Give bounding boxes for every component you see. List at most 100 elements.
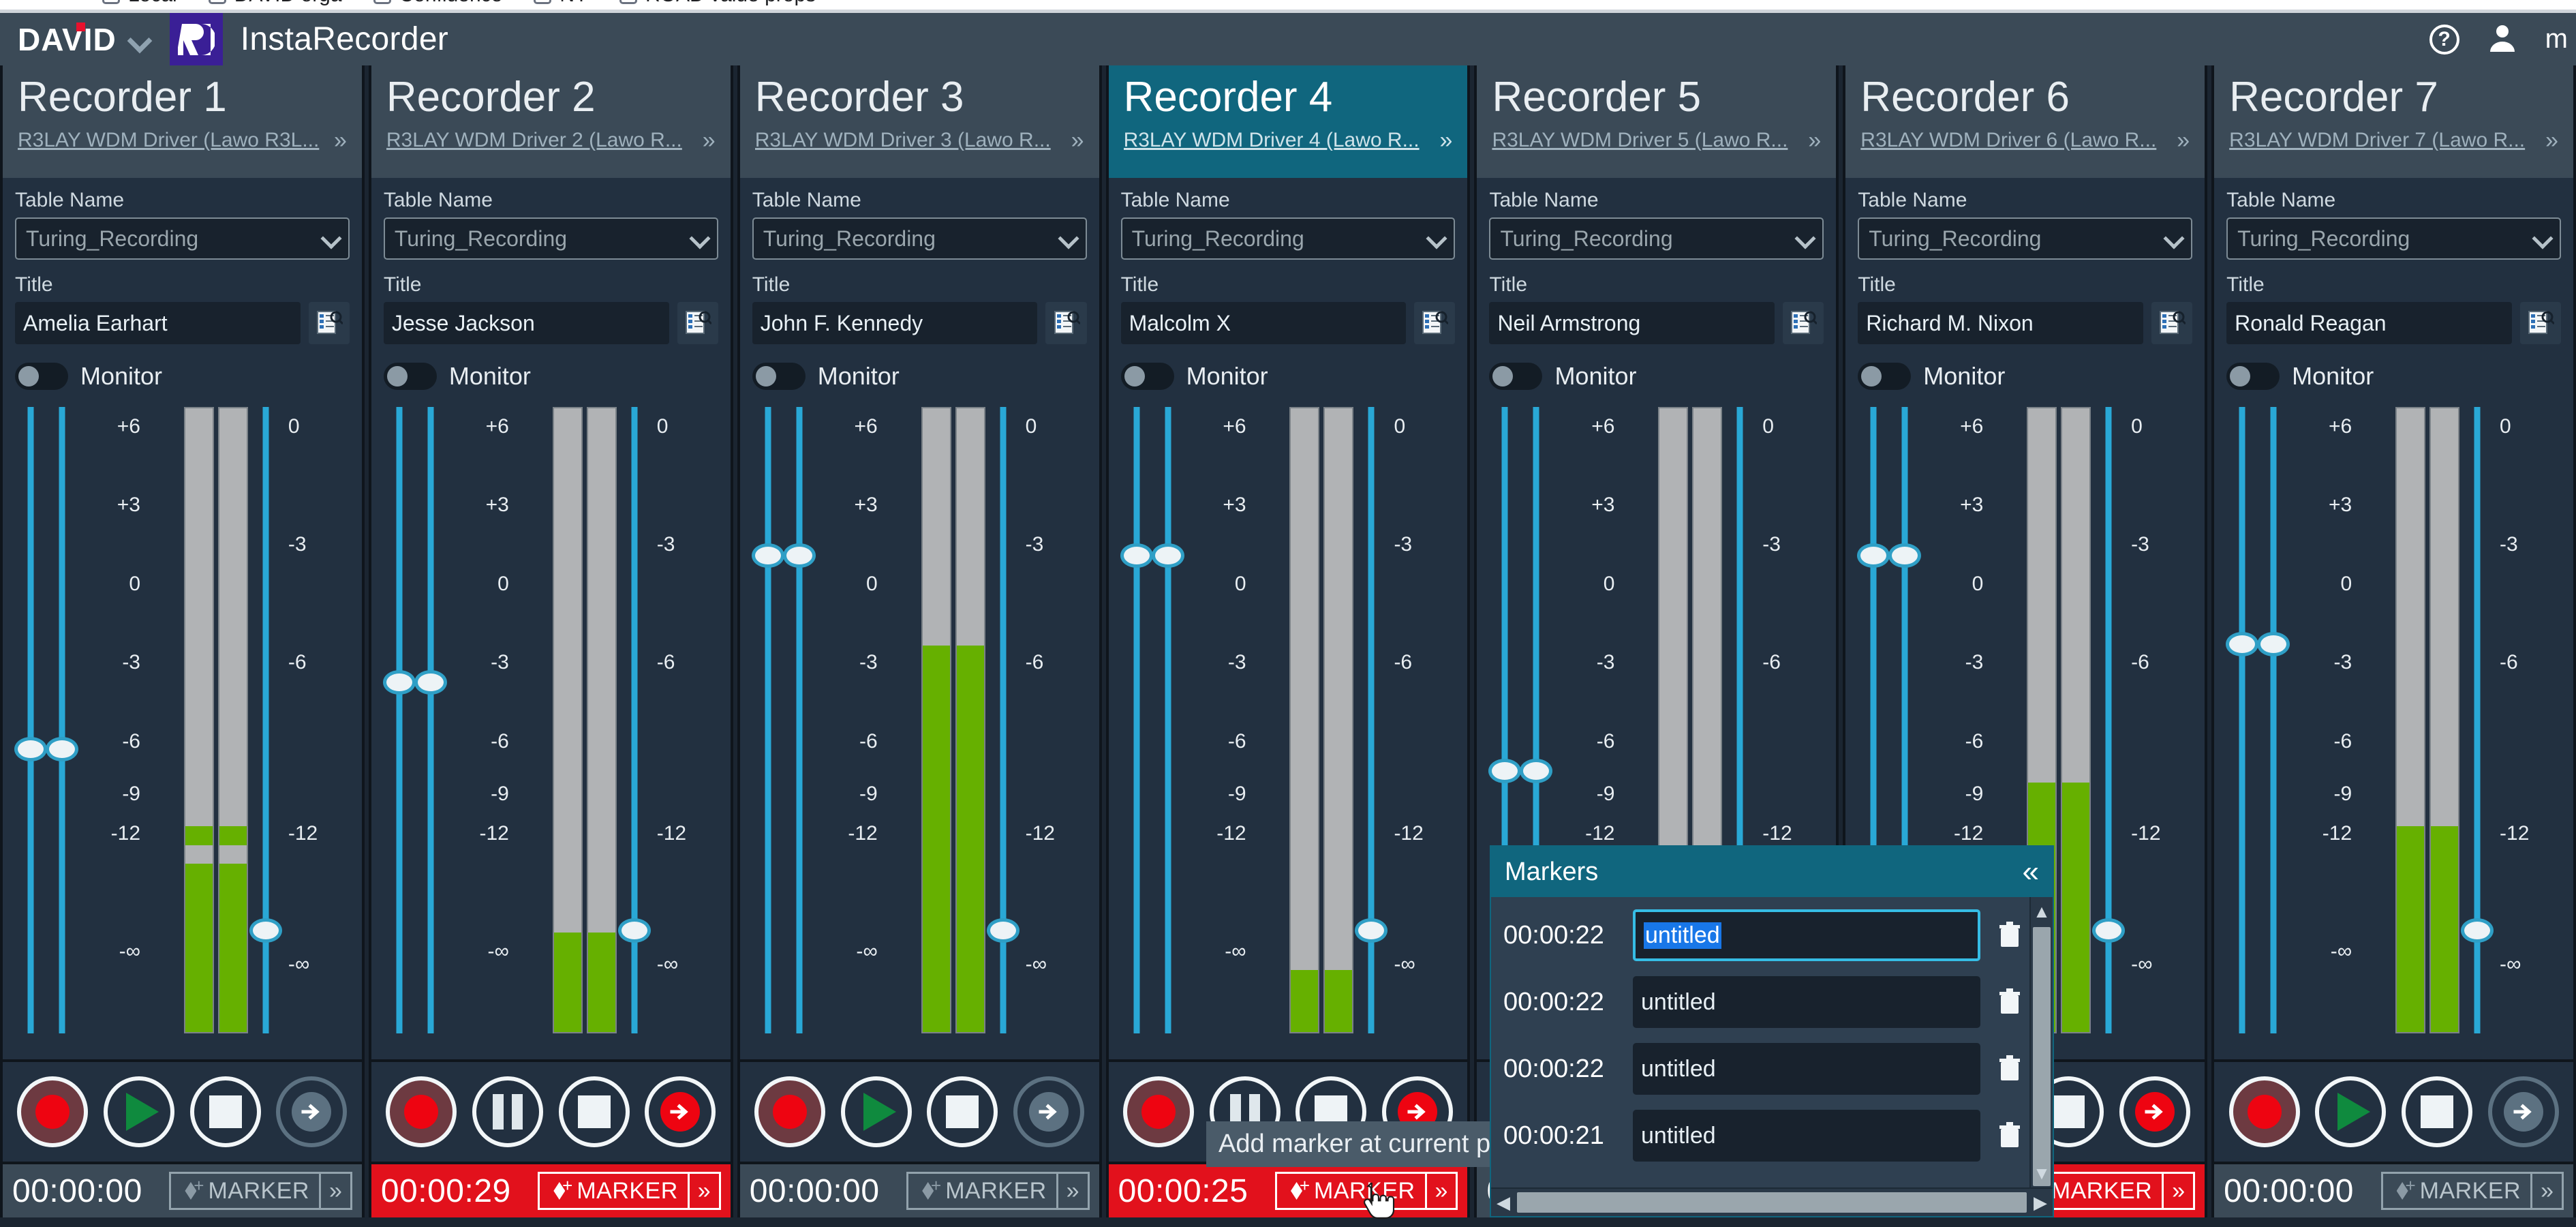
marker-more-icon[interactable]: » <box>2162 1174 2193 1208</box>
stop-button[interactable] <box>189 1076 261 1147</box>
table-name-select-wrap[interactable]: Turing_Recording <box>1120 217 1456 260</box>
title-input[interactable] <box>752 302 1038 344</box>
marker-more-icon[interactable]: » <box>687 1174 719 1208</box>
markers-vertical-scrollbar[interactable]: ▲ ▼ <box>2029 897 2053 1187</box>
fader-ch1[interactable] <box>1120 400 1153 1057</box>
add-marker-main[interactable]: +MARKER <box>908 1174 1056 1208</box>
fader-ch2[interactable] <box>1151 400 1184 1057</box>
table-name-select[interactable]: Turing_Recording <box>15 217 350 260</box>
driver-row[interactable]: R3LAY WDM Driver 6 (Lawo R... » <box>1860 129 2190 152</box>
fader-knob[interactable] <box>782 543 816 569</box>
scroll-left-icon[interactable]: ◀ <box>1491 1192 1516 1213</box>
driver-link[interactable]: R3LAY WDM Driver 5 (Lawo R... <box>1492 129 1798 152</box>
driver-link[interactable]: R3LAY WDM Driver 4 (Lawo R... <box>1124 129 1430 152</box>
bookmark-item[interactable]: NY <box>534 0 588 7</box>
fader-ch2[interactable] <box>2257 400 2290 1057</box>
fader-knob[interactable] <box>1857 543 1890 569</box>
add-marker-main[interactable]: +MARKER <box>1277 1174 1424 1208</box>
trigger-fader[interactable] <box>2092 400 2126 1057</box>
monitor-toggle[interactable] <box>15 363 68 390</box>
marker-more-icon[interactable]: » <box>1056 1174 1088 1208</box>
title-input[interactable] <box>15 302 301 344</box>
chevron-double-right-icon[interactable]: » <box>1440 129 1453 152</box>
fader-knob[interactable] <box>14 736 47 761</box>
fader-track[interactable] <box>1133 407 1140 1033</box>
add-marker-main[interactable]: +MARKER <box>171 1174 318 1208</box>
fader-knob[interactable] <box>986 918 1019 943</box>
record-button[interactable] <box>386 1076 457 1147</box>
driver-row[interactable]: R3LAY WDM Driver 2 (Lawo R... » <box>386 129 716 152</box>
fader-knob[interactable] <box>1355 918 1388 943</box>
collapse-icon[interactable]: « <box>2023 857 2039 887</box>
fader-ch1[interactable] <box>751 400 784 1057</box>
trigger-fader[interactable] <box>986 400 1019 1057</box>
driver-link[interactable]: R3LAY WDM Driver 6 (Lawo R... <box>1860 129 2167 152</box>
chevron-double-right-icon[interactable]: » <box>334 129 347 152</box>
fader-track[interactable] <box>2239 407 2245 1033</box>
driver-row[interactable]: R3LAY WDM Driver (Lawo R3L... » <box>18 129 347 152</box>
driver-link[interactable]: R3LAY WDM Driver 3 (Lawo R... <box>755 129 1062 152</box>
user-name-label[interactable]: m <box>2545 24 2568 55</box>
title-lookup-button[interactable] <box>2519 302 2562 344</box>
bookmark-item[interactable]: Local <box>102 0 177 7</box>
monitor-toggle[interactable] <box>752 363 806 390</box>
table-name-select-wrap[interactable]: Turing_Recording <box>1489 217 1824 260</box>
monitor-row[interactable]: Monitor <box>1489 362 1824 391</box>
monitor-row[interactable]: Monitor <box>15 362 350 391</box>
bookmark-item[interactable]: Confluence <box>373 0 502 7</box>
fader-ch1[interactable] <box>382 400 416 1057</box>
monitor-toggle[interactable] <box>1489 363 1543 390</box>
marker-row[interactable]: 00:00:22 untitled <box>1503 976 2025 1028</box>
monitor-row[interactable]: Monitor <box>2226 362 2561 391</box>
fader-track[interactable] <box>2270 407 2277 1033</box>
title-lookup-button[interactable] <box>2151 302 2193 344</box>
fader-track[interactable] <box>396 407 403 1033</box>
fader-track[interactable] <box>59 407 65 1033</box>
stop-button[interactable] <box>2401 1076 2472 1147</box>
marker-name-input[interactable]: untitled <box>1633 1043 1980 1095</box>
delete-marker-icon[interactable] <box>1994 922 2025 949</box>
table-name-select-wrap[interactable]: Turing_Recording <box>1858 217 2193 260</box>
fader-knob[interactable] <box>2461 918 2494 943</box>
user-avatar-icon[interactable] <box>2487 22 2518 57</box>
title-input[interactable] <box>1120 302 1407 344</box>
fader-track[interactable] <box>796 407 803 1033</box>
chevron-double-right-icon[interactable]: » <box>1808 129 1821 152</box>
fader-track[interactable] <box>427 407 434 1033</box>
fader-ch2[interactable] <box>414 400 447 1057</box>
delete-marker-icon[interactable] <box>1994 1055 2025 1082</box>
table-name-select-wrap[interactable]: Turing_Recording <box>752 217 1087 260</box>
scroll-up-icon[interactable]: ▲ <box>2031 897 2053 926</box>
add-marker-button[interactable]: +MARKER» <box>169 1172 352 1210</box>
next-button[interactable] <box>2487 1076 2559 1147</box>
scrollbar-thumb[interactable] <box>2033 927 2051 1186</box>
fader-knob[interactable] <box>382 670 416 695</box>
recorder-header[interactable]: Recorder 1 R3LAY WDM Driver (Lawo R3L... » <box>3 65 362 178</box>
title-lookup-button[interactable] <box>1783 302 1824 344</box>
recorder-header[interactable]: Recorder 6 R3LAY WDM Driver 6 (Lawo R... » <box>1845 65 2205 178</box>
chevron-double-right-icon[interactable]: » <box>703 129 716 152</box>
add-marker-button[interactable]: +MARKER» <box>2380 1172 2564 1210</box>
chevron-down-icon[interactable] <box>129 29 149 50</box>
fader-knob[interactable] <box>46 736 78 761</box>
table-name-select[interactable]: Turing_Recording <box>1489 217 1824 260</box>
record-button[interactable] <box>17 1076 89 1147</box>
title-input[interactable] <box>2226 302 2512 344</box>
table-name-select[interactable]: Turing_Recording <box>1120 217 1456 260</box>
title-lookup-button[interactable] <box>1414 302 1456 344</box>
driver-row[interactable]: R3LAY WDM Driver 3 (Lawo R... » <box>755 129 1084 152</box>
help-icon[interactable]: ? <box>2429 24 2459 55</box>
recorder-panel[interactable]: Recorder 3 R3LAY WDM Driver 3 (Lawo R... »… <box>737 65 1102 1217</box>
scroll-down-icon[interactable]: ▼ <box>2031 1159 2053 1187</box>
delete-marker-icon[interactable] <box>1994 988 2025 1016</box>
monitor-row[interactable]: Monitor <box>383 362 718 391</box>
fader-ch1[interactable] <box>14 400 47 1057</box>
next-button[interactable] <box>645 1076 716 1147</box>
fader-knob[interactable] <box>1120 543 1153 569</box>
next-button[interactable] <box>276 1076 348 1147</box>
add-marker-main[interactable]: +MARKER <box>540 1174 687 1208</box>
title-input[interactable] <box>1858 302 2144 344</box>
monitor-toggle[interactable] <box>2226 363 2280 390</box>
table-name-select[interactable]: Turing_Recording <box>2226 217 2562 260</box>
fader-track[interactable] <box>765 407 771 1033</box>
